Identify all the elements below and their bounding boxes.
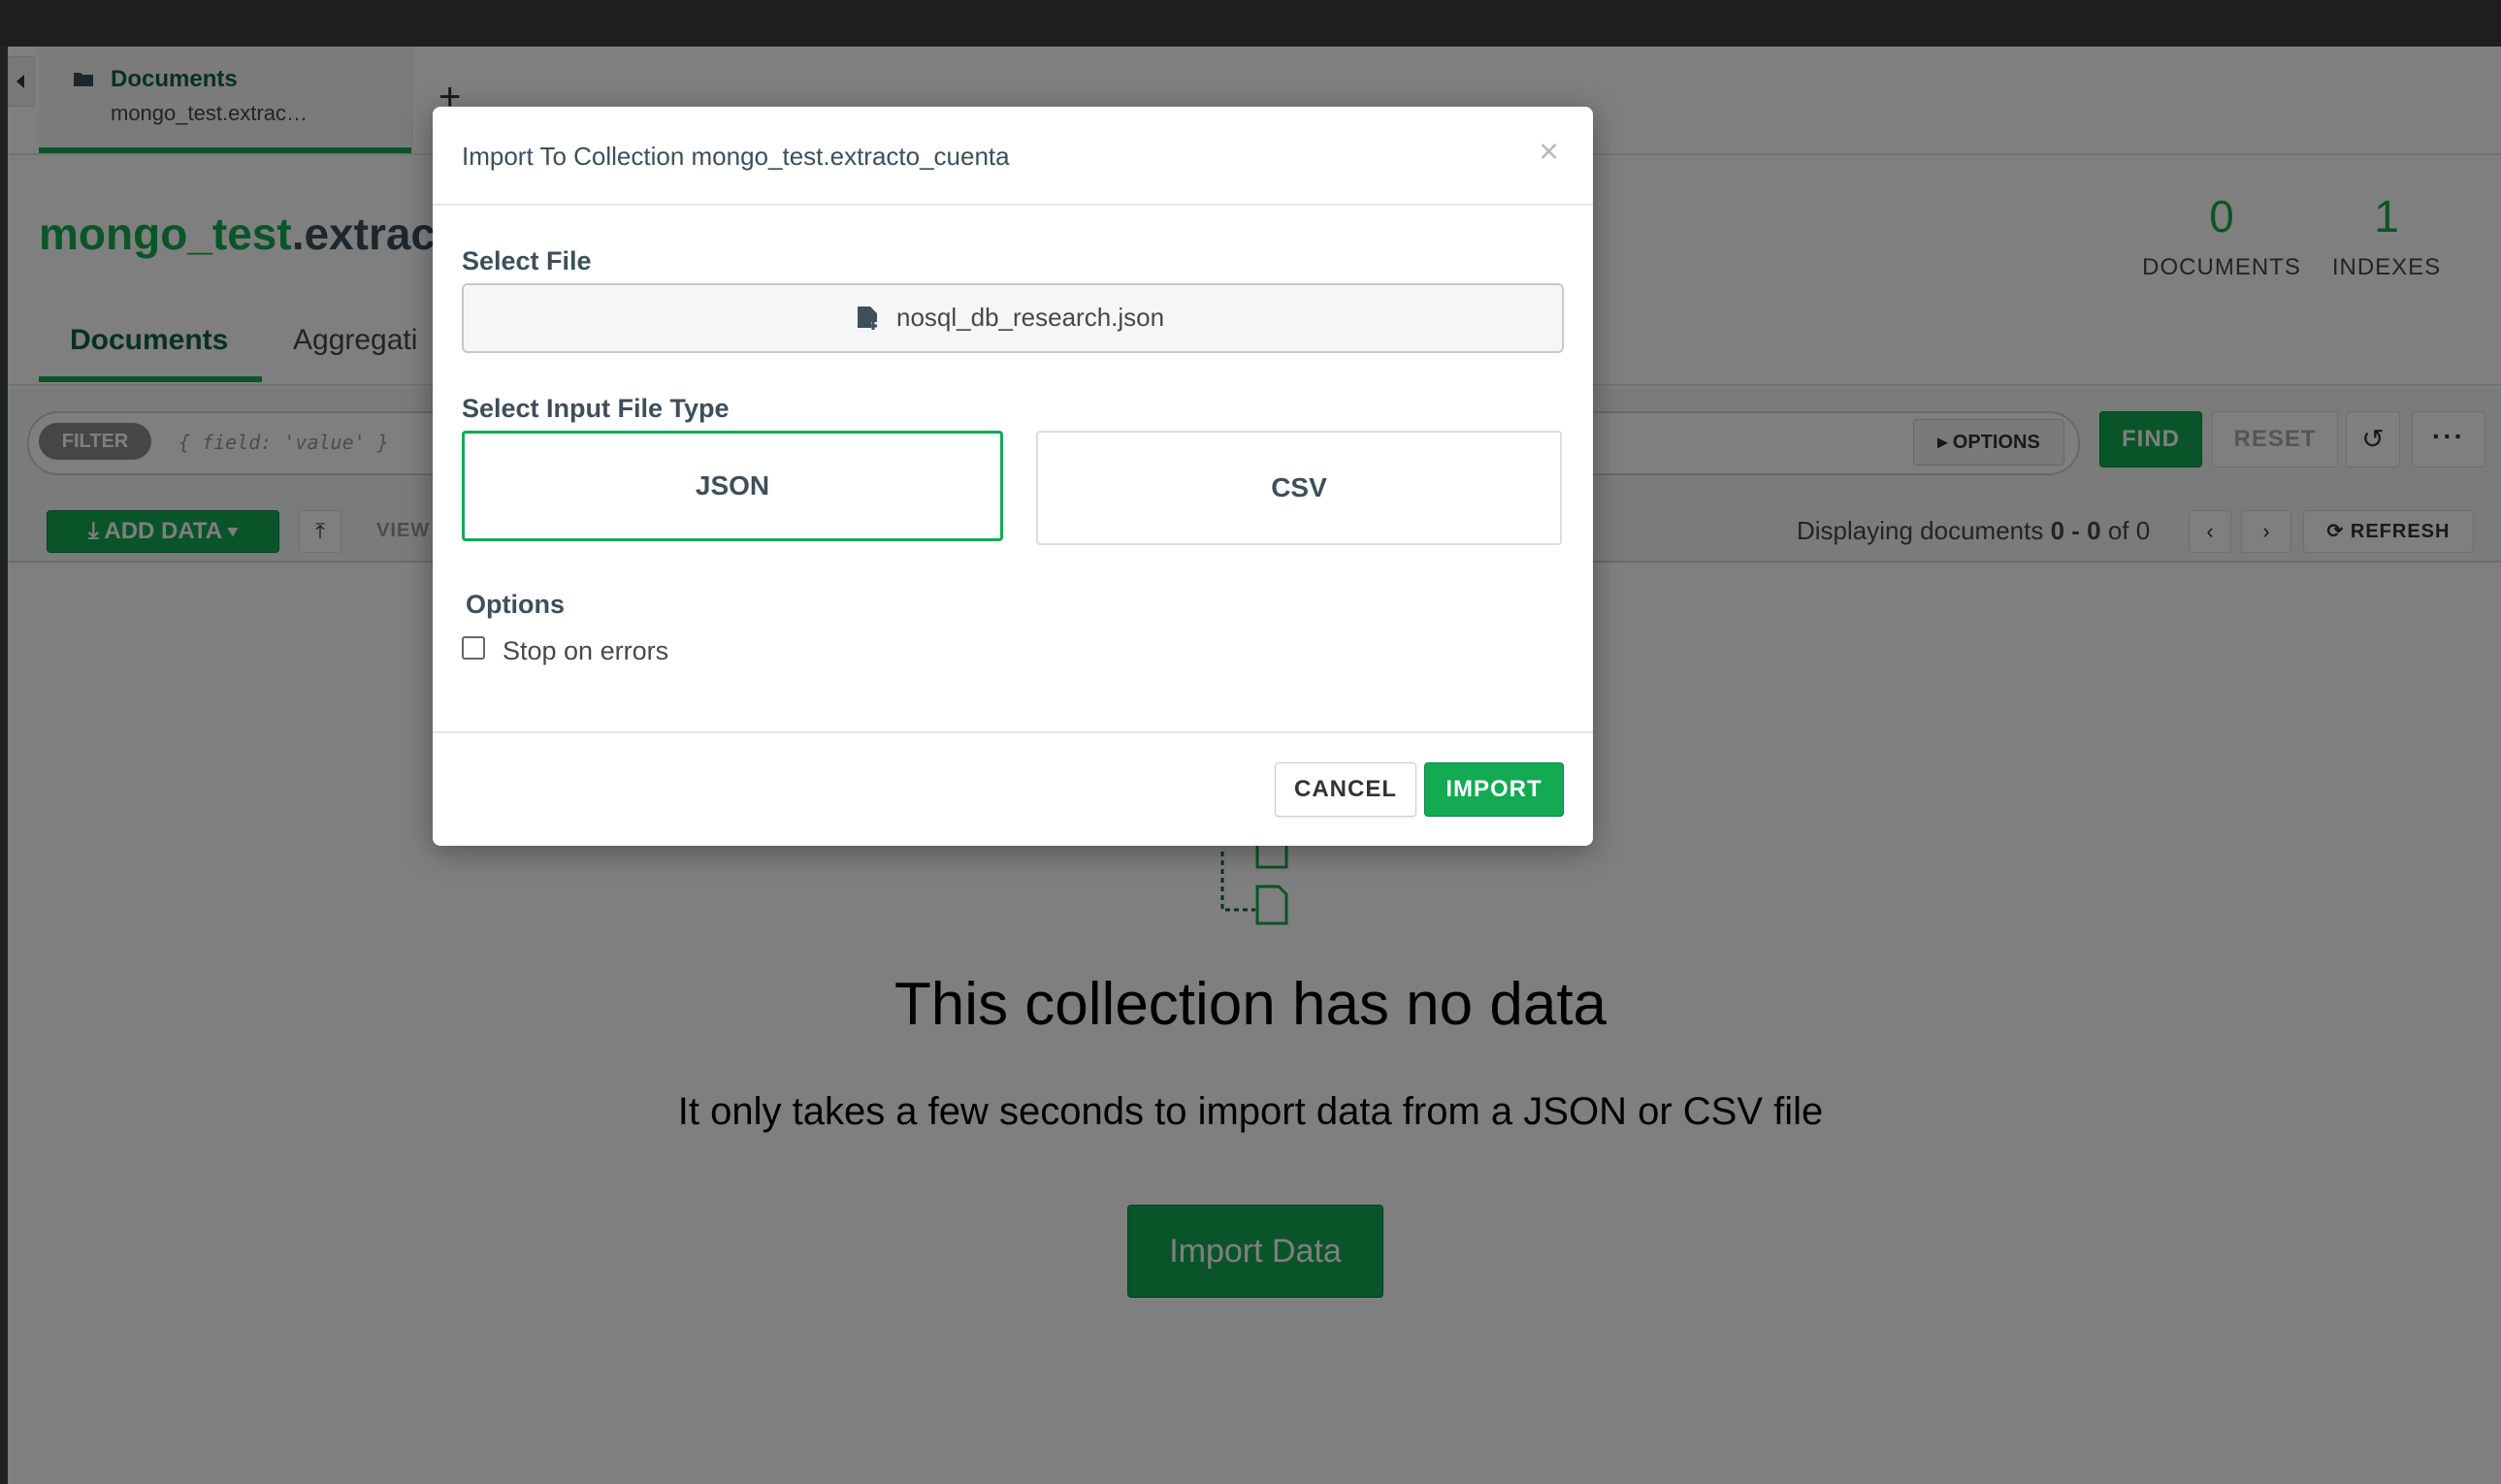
- close-icon[interactable]: ×: [1539, 132, 1559, 171]
- cancel-button[interactable]: CANCEL: [1275, 762, 1416, 817]
- stop-on-errors-label[interactable]: Stop on errors: [503, 636, 668, 666]
- import-modal: Import To Collection mongo_test.extracto…: [433, 107, 1593, 846]
- divider: [433, 204, 1593, 206]
- modal-title: Import To Collection mongo_test.extracto…: [462, 142, 1010, 171]
- selected-file-name: nosql_db_research.json: [896, 303, 1165, 332]
- import-button[interactable]: IMPORT: [1424, 762, 1564, 817]
- options-label: Options: [466, 590, 565, 619]
- file-picker[interactable]: nosql_db_research.json: [462, 283, 1564, 353]
- csv-type-option[interactable]: CSV: [1036, 431, 1562, 545]
- select-file-label: Select File: [462, 246, 592, 275]
- json-type-option[interactable]: JSON: [462, 431, 1003, 541]
- input-type-label: Select Input File Type: [462, 394, 730, 423]
- stop-on-errors-checkbox[interactable]: [462, 636, 485, 660]
- divider: [433, 731, 1593, 733]
- file-add-icon: [858, 306, 877, 330]
